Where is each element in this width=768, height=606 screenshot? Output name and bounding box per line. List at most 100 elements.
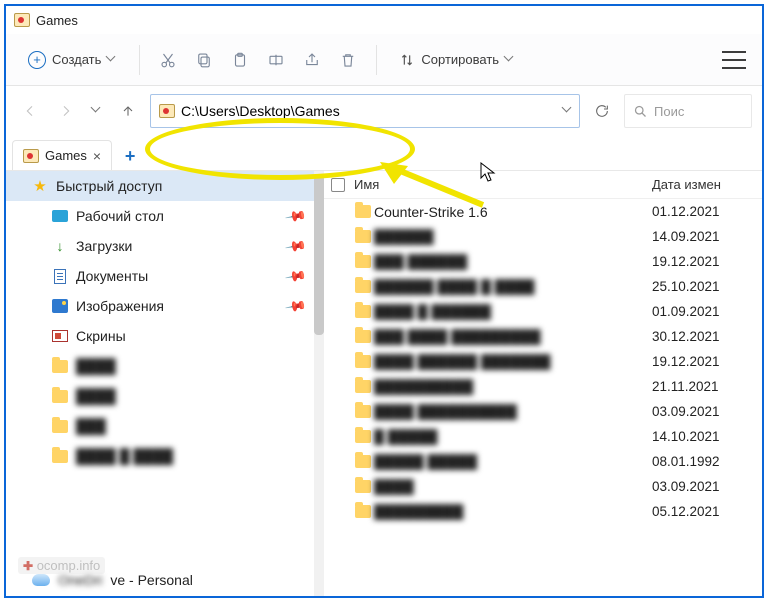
sidebar-item[interactable]: ████ █ ████: [6, 441, 314, 471]
new-tab-button[interactable]: +: [116, 142, 144, 170]
address-bar[interactable]: [150, 94, 580, 128]
download-icon: ↓: [52, 238, 68, 254]
file-date: 08.01.1992: [652, 454, 762, 469]
file-row[interactable]: ███ ████ █████████30.12.2021: [324, 324, 762, 349]
tab-games[interactable]: Games ×: [12, 140, 112, 170]
folder-icon: [159, 103, 175, 119]
file-date: 30.12.2021: [652, 329, 762, 344]
folder-icon: [52, 388, 68, 404]
file-row[interactable]: ████ ██████ ███████19.12.2021: [324, 349, 762, 374]
sidebar-item-label: ███: [76, 418, 106, 434]
sidebar-item-label: ████: [76, 388, 116, 404]
search-placeholder: Поис: [654, 104, 684, 119]
recent-locations-button[interactable]: [92, 106, 102, 116]
up-button[interactable]: [114, 97, 142, 125]
address-history-button[interactable]: [563, 106, 573, 116]
sidebar-item[interactable]: ████: [6, 351, 314, 381]
file-name: ████ █ ██████: [374, 304, 652, 320]
file-date: 21.11.2021: [652, 379, 762, 394]
file-row[interactable]: ███ ██████19.12.2021: [324, 249, 762, 274]
file-date: 19.12.2021: [652, 354, 762, 369]
share-button[interactable]: [296, 44, 328, 76]
screenshot-icon: [52, 328, 68, 344]
column-header-date[interactable]: Дата измен: [652, 177, 762, 192]
tab-strip: Games × +: [6, 136, 762, 170]
file-row[interactable]: ██████14.09.2021: [324, 224, 762, 249]
folder-icon: [352, 430, 374, 443]
select-all-checkbox[interactable]: [331, 178, 345, 192]
folder-icon: [52, 448, 68, 464]
delete-button[interactable]: [332, 44, 364, 76]
paste-button[interactable]: [224, 44, 256, 76]
sort-button[interactable]: Сортировать: [389, 46, 525, 74]
sidebar-item[interactable]: Документы📌: [6, 261, 314, 291]
address-input[interactable]: [181, 103, 557, 119]
forward-button[interactable]: [52, 97, 80, 125]
hamburger-icon: [722, 51, 746, 69]
window-title: Games: [36, 13, 78, 28]
sidebar-item[interactable]: Скрины: [6, 321, 314, 351]
file-date: 19.12.2021: [652, 254, 762, 269]
cut-button[interactable]: [152, 44, 184, 76]
sidebar-item[interactable]: ↓Загрузки📌: [6, 231, 314, 261]
file-date: 05.12.2021: [652, 504, 762, 519]
file-row[interactable]: ████ █ ██████01.09.2021: [324, 299, 762, 324]
image-icon: [52, 298, 68, 314]
file-date: 14.09.2021: [652, 229, 762, 244]
file-row[interactable]: █████████05.12.2021: [324, 499, 762, 524]
folder-icon: [352, 205, 374, 218]
folder-icon: [23, 148, 39, 164]
explorer-window: Games + Создать Сортировать: [4, 4, 764, 598]
sidebar-item[interactable]: ★Быстрый доступ: [6, 171, 314, 201]
nav-bar: Поис: [6, 86, 762, 136]
folder-icon: [352, 230, 374, 243]
rename-button[interactable]: [260, 44, 292, 76]
folder-icon: [352, 330, 374, 343]
pin-icon: 📌: [283, 264, 307, 288]
copy-button[interactable]: [188, 44, 220, 76]
folder-icon: [352, 305, 374, 318]
column-header-name[interactable]: Имя: [352, 177, 652, 192]
main-area: ★Быстрый доступРабочий стол📌 ↓ Загрузки 📌До…: [6, 170, 762, 596]
file-row[interactable]: ████03.09.2021: [324, 474, 762, 499]
sidebar-item[interactable]: Рабочий стол📌: [6, 201, 314, 231]
file-row[interactable]: Counter-Strike 1.601.12.2021: [324, 199, 762, 224]
file-name: ████: [374, 479, 652, 495]
file-date: 01.12.2021: [652, 204, 762, 219]
desktop-icon: [52, 208, 68, 224]
scrollbar-thumb[interactable]: [314, 175, 324, 335]
folder-icon: [352, 480, 374, 493]
file-row[interactable]: █ █████14.10.2021: [324, 424, 762, 449]
view-menu-button[interactable]: [718, 44, 750, 76]
file-list: Имя Дата измен Counter-Strike 1.601.12.2…: [324, 171, 762, 596]
document-icon: [52, 268, 68, 284]
chevron-down-icon: [107, 55, 117, 65]
separator: [376, 45, 377, 75]
sidebar-item-label: Скрины: [76, 328, 126, 344]
sidebar-item-label: OneDri: [58, 572, 102, 588]
sidebar-item[interactable]: Изображения📌: [6, 291, 314, 321]
sidebar-item-label: ████ █ ████: [76, 448, 173, 464]
file-name: █████████: [374, 504, 652, 520]
file-row[interactable]: ██████████21.11.2021: [324, 374, 762, 399]
folder-icon: [352, 255, 374, 268]
close-tab-button[interactable]: ×: [93, 148, 101, 164]
separator: [139, 45, 140, 75]
folder-icon: [352, 355, 374, 368]
back-button[interactable]: [16, 97, 44, 125]
search-box[interactable]: Поис: [624, 94, 752, 128]
file-name: █ █████: [374, 429, 652, 445]
sidebar-scrollbar[interactable]: [314, 171, 324, 596]
title-bar: Games: [6, 6, 762, 34]
refresh-button[interactable]: [588, 97, 616, 125]
file-row[interactable]: █████ █████08.01.1992: [324, 449, 762, 474]
file-date: 03.09.2021: [652, 479, 762, 494]
file-name: █████ █████: [374, 454, 652, 470]
file-row[interactable]: ████ ██████████03.09.2021: [324, 399, 762, 424]
file-row[interactable]: ██████ ████ █ ████25.10.2021: [324, 274, 762, 299]
sidebar-item[interactable]: ███: [6, 411, 314, 441]
sidebar-item[interactable]: ████: [6, 381, 314, 411]
sidebar-item-label: Загрузки: [76, 238, 132, 254]
new-button[interactable]: + Создать: [18, 45, 127, 75]
sidebar-item-onedrive[interactable]: OneDrive - Personal: [6, 564, 314, 596]
